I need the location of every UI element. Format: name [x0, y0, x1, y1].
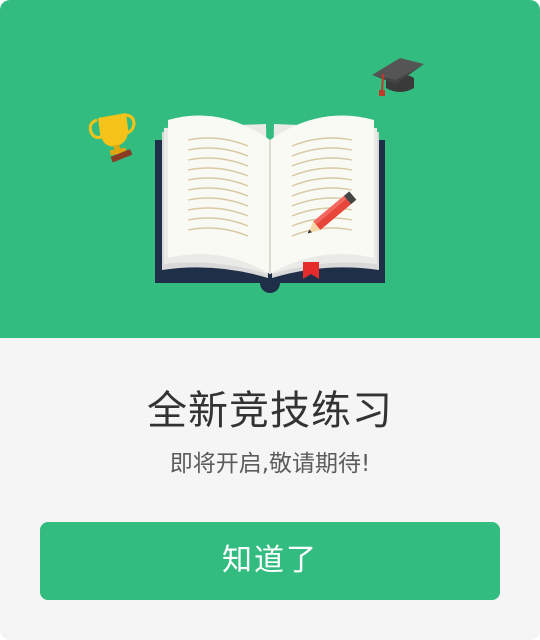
coming-soon-dialog: 全新竞技练习 即将开启,敬请期待! 知道了 [0, 0, 540, 640]
dialog-title: 全新竞技练习 [147, 388, 393, 434]
dialog-subtitle: 即将开启,敬请期待! [169, 451, 371, 477]
illustration-banner [0, 0, 540, 338]
trophy-icon [88, 113, 136, 163]
confirm-button[interactable]: 知道了 [40, 522, 500, 600]
graduation-cap-icon [372, 58, 424, 96]
